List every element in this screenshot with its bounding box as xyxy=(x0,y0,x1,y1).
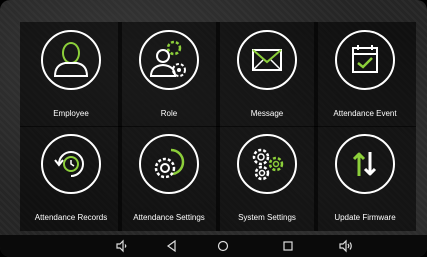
tile-label: Employee xyxy=(53,109,89,118)
tile-attendance-settings[interactable]: Attendance Settings xyxy=(118,126,220,231)
tile-system-settings[interactable]: System Settings xyxy=(216,126,318,231)
tile-label: Message xyxy=(250,109,284,118)
attendance-event-icon xyxy=(335,30,395,90)
home-screen: Employee Role Message Attendance Event A… xyxy=(0,0,427,257)
tile-employee[interactable]: Employee xyxy=(20,22,122,127)
volume-up-icon[interactable] xyxy=(339,239,353,253)
tile-attendance-event[interactable]: Attendance Event xyxy=(314,22,416,127)
recents-icon[interactable] xyxy=(281,239,295,253)
role-icon xyxy=(139,30,199,90)
navigation-bar xyxy=(0,235,427,257)
tile-message[interactable]: Message xyxy=(216,22,318,127)
tile-label: Attendance Records xyxy=(34,213,108,222)
tile-label: Attendance Settings xyxy=(133,213,205,222)
tile-update-firmware[interactable]: Update Firmware xyxy=(314,126,416,231)
volume-down-icon[interactable] xyxy=(115,239,129,253)
tile-label: Role xyxy=(160,109,178,118)
tile-label: Update Firmware xyxy=(334,213,396,222)
system-settings-icon xyxy=(237,134,297,194)
employee-icon xyxy=(41,30,101,90)
update-firmware-icon xyxy=(335,134,395,194)
tile-label: Attendance Event xyxy=(333,109,397,118)
message-icon xyxy=(237,30,297,90)
tile-attendance-records[interactable]: Attendance Records xyxy=(20,126,122,231)
back-icon[interactable] xyxy=(165,239,179,253)
home-icon[interactable] xyxy=(216,239,230,253)
attendance-settings-icon xyxy=(139,134,199,194)
tile-label: System Settings xyxy=(238,213,296,222)
tile-role[interactable]: Role xyxy=(118,22,220,127)
attendance-records-icon xyxy=(41,134,101,194)
